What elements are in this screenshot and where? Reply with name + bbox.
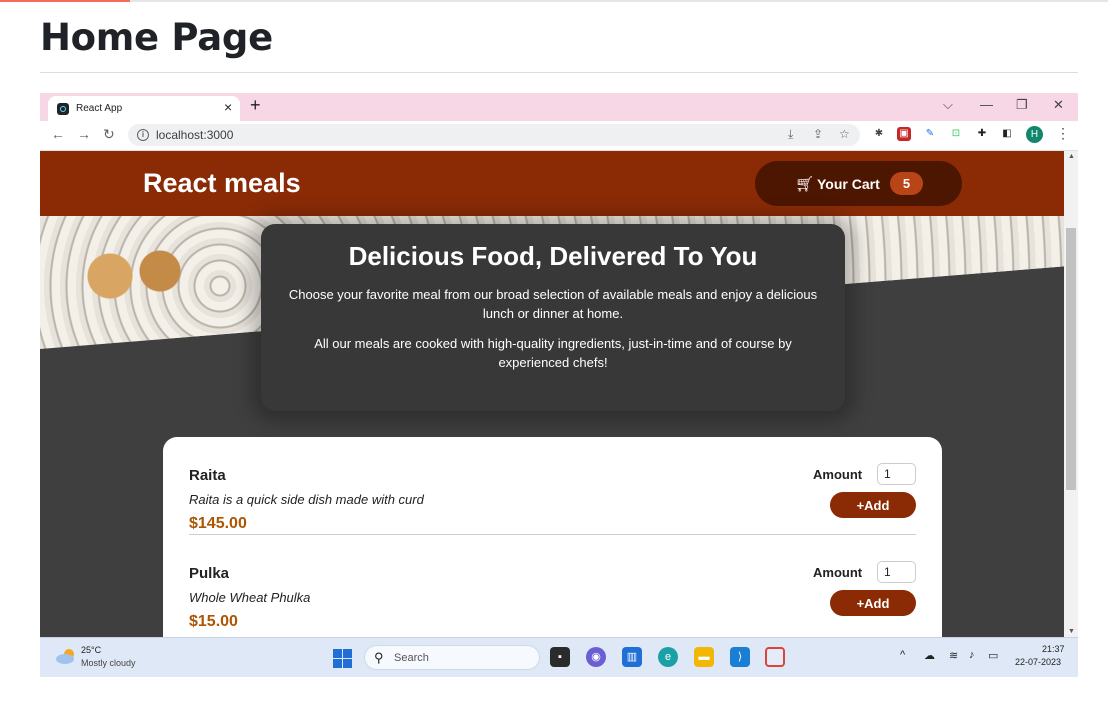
top-accent-bar: [0, 0, 1108, 2]
meal-price: $15.00: [189, 613, 238, 630]
scroll-down-icon[interactable]: ▼: [1068, 628, 1075, 635]
summary-paragraph: All our meals are cooked with high-quali…: [314, 336, 792, 370]
meal-item-raita: Raita Raita is a quick side dish made wi…: [189, 437, 916, 535]
cart-label: Your Cart: [817, 176, 880, 192]
meal-name: Raita: [189, 467, 226, 484]
side-panel-icon[interactable]: ◧: [1000, 127, 1014, 141]
tab-react-app[interactable]: React App ×: [48, 96, 240, 121]
add-to-cart-button[interactable]: +Add: [830, 590, 916, 616]
meal-description: Raita is a quick side dish made with cur…: [189, 492, 424, 507]
file-explorer-icon[interactable]: ▬: [694, 647, 714, 667]
volume-icon[interactable]: ♪: [969, 649, 975, 661]
show-hidden-icons-icon[interactable]: ^: [900, 649, 905, 661]
amount-label: Amount: [813, 467, 863, 482]
back-arrow-icon[interactable]: ←: [51, 126, 65, 142]
app-header: React meals 🛒︎ Your Cart 5: [40, 151, 1064, 216]
restore-button[interactable]: ❐: [1016, 97, 1028, 113]
trello-icon[interactable]: ▥: [622, 647, 642, 667]
scroll-thumb[interactable]: [1066, 228, 1076, 490]
browser-toolbar: ← → ↻ i localhost:3000 ⤓ ⇪ ☆ ✱ ▣ ✎ ⊡ ✚ ◧…: [40, 121, 1078, 151]
pen-extension-icon[interactable]: ✎: [923, 127, 937, 141]
add-to-cart-button[interactable]: +Add: [830, 492, 916, 518]
clock-time[interactable]: 21:37: [1042, 644, 1065, 654]
teams-chat-icon[interactable]: ◉: [586, 647, 606, 667]
tab-title: React App: [76, 103, 123, 114]
amount-label: Amount: [813, 565, 863, 580]
react-favicon-icon: [57, 103, 69, 115]
meals-summary: Delicious Food, Delivered To You Choose …: [261, 224, 845, 411]
tab-close-icon[interactable]: ×: [224, 99, 232, 115]
brand-title: React meals: [143, 168, 301, 198]
cloudy-weather-icon[interactable]: [55, 648, 77, 664]
windows-taskbar: 25°C Mostly cloudy ⚲ Search ▪ ◉ ▥ e ▬ ⟩ …: [40, 637, 1078, 677]
weather-description[interactable]: Mostly cloudy: [81, 658, 136, 668]
summary-title: Delicious Food, Delivered To You: [348, 241, 758, 271]
weather-temperature[interactable]: 25°C: [81, 645, 101, 655]
title-divider: [40, 72, 1078, 73]
forward-arrow-icon[interactable]: →: [77, 126, 91, 142]
scroll-up-icon[interactable]: ▲: [1068, 153, 1075, 160]
page-title: Home Page: [40, 16, 273, 59]
search-icon: ⚲: [374, 650, 384, 665]
cart-icon: 🛒︎: [795, 176, 815, 193]
meals-list-card: Raita Raita is a quick side dish made wi…: [163, 437, 942, 637]
lock-extension-icon[interactable]: ⊡: [949, 127, 963, 141]
wifi-icon[interactable]: ≋: [949, 649, 958, 662]
edge-browser-icon[interactable]: e: [658, 647, 678, 667]
windows-start-icon[interactable]: [333, 649, 352, 668]
new-tab-button[interactable]: +: [250, 95, 261, 116]
task-view-icon[interactable]: ▪: [550, 647, 570, 667]
browser-window: React App × + ⌵ — ❐ ✕ ← → ↻ i localhost:…: [40, 93, 1078, 677]
close-window-button[interactable]: ✕: [1053, 97, 1064, 113]
install-icon[interactable]: ⤓: [788, 127, 793, 142]
amount-input[interactable]: [877, 463, 916, 485]
summary-paragraph: Choose your favorite meal from our broad…: [288, 287, 818, 321]
red-extension-icon[interactable]: ▣: [897, 127, 911, 141]
amount-input[interactable]: [877, 561, 916, 583]
bookmark-star-icon[interactable]: ☆: [839, 127, 850, 141]
battery-icon[interactable]: ▭: [988, 649, 998, 662]
taskbar-search[interactable]: ⚲ Search: [364, 645, 540, 670]
page-scrollbar[interactable]: ▲ ▼: [1064, 151, 1078, 637]
meal-item-pulka: Pulka Whole Wheat Phulka $15.00 Amount +…: [189, 535, 916, 633]
url-text: localhost:3000: [156, 128, 234, 142]
tab-search-dropdown-icon[interactable]: ⌵: [943, 97, 953, 113]
page-viewport: React meals 🛒︎ Your Cart 5 Delicious Foo…: [40, 151, 1064, 637]
reload-icon[interactable]: ↻: [103, 126, 115, 143]
vscode-icon[interactable]: ⟩: [730, 647, 750, 667]
search-placeholder: Search: [394, 652, 429, 664]
share-icon[interactable]: ⇪: [813, 127, 823, 141]
clock-date[interactable]: 22-07-2023: [1015, 657, 1061, 667]
minimize-button[interactable]: —: [980, 97, 993, 112]
cart-count-badge: 5: [890, 172, 923, 195]
meal-price: $145.00: [189, 515, 247, 532]
meal-description: Whole Wheat Phulka: [189, 590, 311, 605]
menu-dots-icon[interactable]: ⋮: [1056, 125, 1070, 142]
profile-avatar[interactable]: H: [1026, 126, 1043, 143]
address-bar[interactable]: i localhost:3000 ⤓ ⇪ ☆: [128, 124, 860, 146]
site-info-icon[interactable]: i: [137, 129, 149, 141]
bug-extension-icon[interactable]: ✱: [872, 127, 886, 141]
chrome-icon[interactable]: [765, 647, 785, 667]
meal-name: Pulka: [189, 565, 230, 582]
cart-button[interactable]: 🛒︎ Your Cart 5: [755, 161, 962, 206]
tab-strip: React App × + ⌵ — ❐ ✕: [40, 93, 1078, 121]
network-off-icon[interactable]: ☁: [924, 649, 935, 662]
extensions-puzzle-icon[interactable]: ✚: [975, 127, 989, 141]
